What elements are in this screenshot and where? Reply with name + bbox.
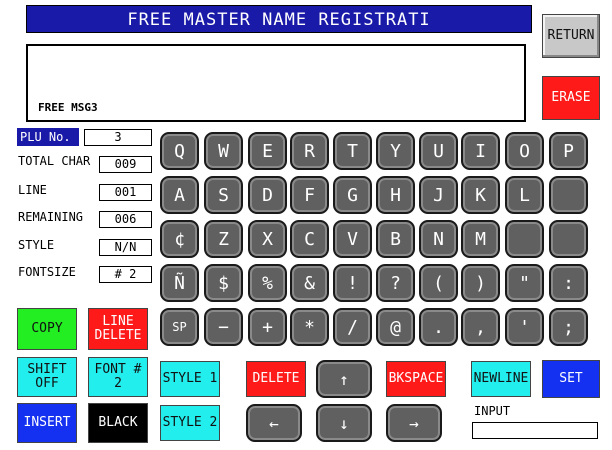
- key-row3-6[interactable]: N: [419, 220, 458, 258]
- key-row1-6[interactable]: U: [419, 132, 458, 170]
- key-row1-2[interactable]: E: [248, 132, 287, 170]
- key-row2-0[interactable]: A: [160, 176, 199, 214]
- up-arrow-button[interactable]: ↑: [316, 360, 372, 398]
- key-row2-3[interactable]: F: [290, 176, 329, 214]
- key-row1-0[interactable]: Q: [160, 132, 199, 170]
- key-row4-5[interactable]: ?: [376, 264, 415, 302]
- message-display: FREE MSG3: [26, 44, 526, 122]
- key-row4-7[interactable]: ): [461, 264, 500, 302]
- total-char-value: 009: [99, 156, 152, 173]
- key-row4-1[interactable]: $: [204, 264, 243, 302]
- key-row1-1[interactable]: W: [204, 132, 243, 170]
- key-row5-6[interactable]: .: [419, 308, 458, 346]
- shift-off-button[interactable]: SHIFT OFF: [17, 357, 77, 397]
- key-row3-3[interactable]: C: [290, 220, 329, 258]
- left-arrow-button[interactable]: ←: [246, 404, 302, 442]
- key-row2-5[interactable]: H: [376, 176, 415, 214]
- key-row5-2[interactable]: +: [248, 308, 287, 346]
- key-row5-7[interactable]: ,: [461, 308, 500, 346]
- plu-value: 3: [84, 129, 152, 146]
- down-arrow-button[interactable]: ↓: [316, 404, 372, 442]
- key-row1-3[interactable]: R: [290, 132, 329, 170]
- backspace-button[interactable]: BKSPACE: [386, 361, 446, 397]
- key-blank-row2-9[interactable]: [549, 176, 588, 214]
- key-row2-7[interactable]: K: [461, 176, 500, 214]
- input-label: INPUT: [474, 404, 511, 418]
- key-row3-5[interactable]: B: [376, 220, 415, 258]
- input-field[interactable]: [472, 422, 598, 439]
- key-row1-7[interactable]: I: [461, 132, 500, 170]
- remaining-value: 006: [99, 211, 152, 228]
- style-label: STYLE: [18, 238, 55, 252]
- page-title: FREE MASTER NAME REGISTRATI: [26, 5, 532, 33]
- key-row5-4[interactable]: /: [333, 308, 372, 346]
- delete-button[interactable]: DELETE: [246, 361, 306, 397]
- style-value: N/N: [99, 239, 152, 256]
- key-row1-9[interactable]: P: [549, 132, 588, 170]
- key-row4-3[interactable]: &: [290, 264, 329, 302]
- key-row5-3[interactable]: *: [290, 308, 329, 346]
- key-row3-0[interactable]: ¢: [160, 220, 199, 258]
- message-text: FREE MSG3: [38, 101, 98, 114]
- key-row4-4[interactable]: !: [333, 264, 372, 302]
- key-row3-1[interactable]: Z: [204, 220, 243, 258]
- erase-button[interactable]: ERASE: [542, 76, 600, 120]
- key-row2-1[interactable]: S: [204, 176, 243, 214]
- total-char-label: TOTAL CHAR: [18, 154, 91, 168]
- key-row4-0[interactable]: Ñ: [160, 264, 199, 302]
- key-row2-2[interactable]: D: [248, 176, 287, 214]
- key-row5-1[interactable]: −: [204, 308, 243, 346]
- insert-button[interactable]: INSERT: [17, 403, 77, 443]
- fontsize-value: # 2: [99, 266, 152, 283]
- key-row1-5[interactable]: Y: [376, 132, 415, 170]
- line-label: LINE: [18, 183, 47, 197]
- plu-label: PLU No.: [17, 128, 79, 146]
- key-row5-9[interactable]: ;: [549, 308, 588, 346]
- black-button[interactable]: BLACK: [88, 403, 148, 443]
- key-row4-6[interactable]: (: [419, 264, 458, 302]
- key-blank-row3-8[interactable]: [505, 220, 544, 258]
- copy-button[interactable]: COPY: [17, 308, 77, 350]
- set-button[interactable]: SET: [542, 360, 600, 398]
- remaining-label: REMAINING: [18, 210, 84, 224]
- key-row3-2[interactable]: X: [248, 220, 287, 258]
- font-2-button[interactable]: FONT # 2: [88, 357, 148, 397]
- key-row5-8[interactable]: ': [505, 308, 544, 346]
- key-row1-4[interactable]: T: [333, 132, 372, 170]
- key-row2-6[interactable]: J: [419, 176, 458, 214]
- right-arrow-button[interactable]: →: [386, 404, 442, 442]
- line-value: 001: [99, 184, 152, 201]
- key-row5-5[interactable]: @: [376, 308, 415, 346]
- return-button[interactable]: RETURN: [542, 14, 600, 58]
- key-row2-4[interactable]: G: [333, 176, 372, 214]
- key-row3-7[interactable]: M: [461, 220, 500, 258]
- key-row1-8[interactable]: O: [505, 132, 544, 170]
- newline-button[interactable]: NEWLINE: [471, 361, 531, 397]
- key-row4-9[interactable]: :: [549, 264, 588, 302]
- key-row3-4[interactable]: V: [333, 220, 372, 258]
- fontsize-label: FONTSIZE: [18, 265, 76, 279]
- line-delete-button[interactable]: LINE DELETE: [88, 308, 148, 350]
- key-row4-2[interactable]: %: [248, 264, 287, 302]
- key-row4-8[interactable]: ": [505, 264, 544, 302]
- style-2-button[interactable]: STYLE 2: [160, 405, 220, 441]
- style-1-button[interactable]: STYLE 1: [160, 361, 220, 397]
- key-row2-8[interactable]: L: [505, 176, 544, 214]
- key-blank-row3-9[interactable]: [549, 220, 588, 258]
- key-row5-0[interactable]: SP: [160, 308, 199, 346]
